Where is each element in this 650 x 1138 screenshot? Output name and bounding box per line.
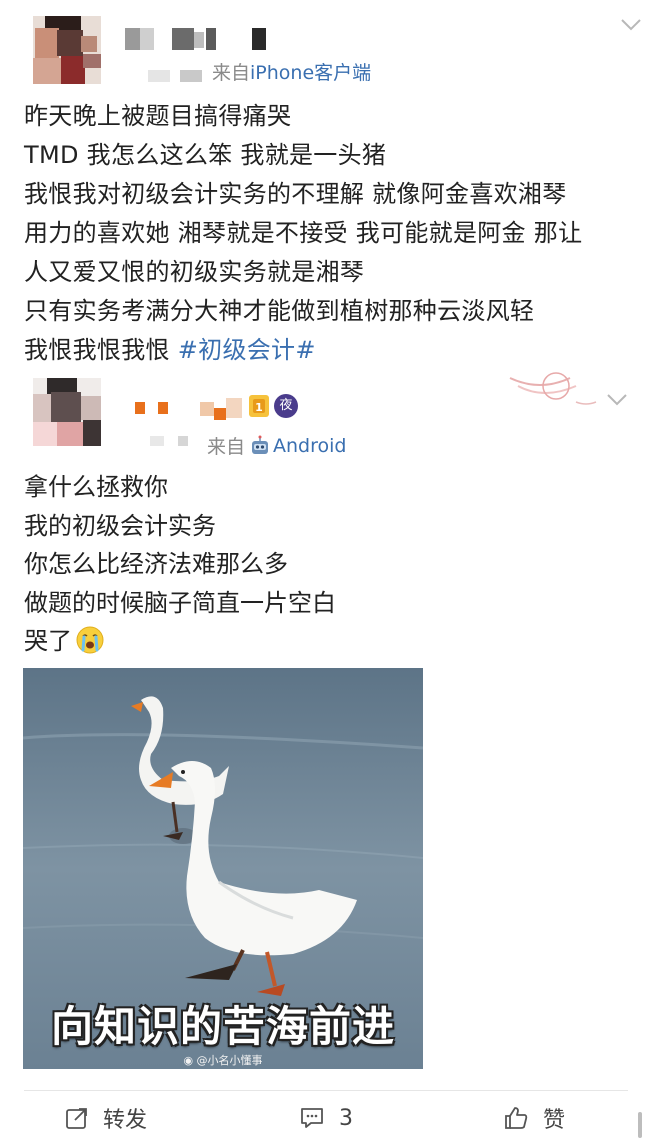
repost-icon: [66, 1108, 87, 1129]
weibo-logo-icon: ◉: [183, 1054, 194, 1067]
svg-text:1: 1: [255, 401, 263, 414]
source-prefix: 来自: [212, 62, 251, 84]
comment-icon: [301, 1108, 323, 1128]
night-badge[interactable]: 夜: [274, 394, 298, 418]
post-text-line: TMD 我怎么这么笨 我就是一头猪: [24, 141, 387, 169]
like-icon: [505, 1107, 528, 1129]
image-caption: 向知识的苦海前进: [50, 1002, 395, 1051]
crying-face-icon: [76, 626, 104, 654]
post-source: 来自iPhone客户端: [212, 58, 371, 85]
source-client[interactable]: Android: [273, 435, 346, 457]
chevron-down-icon[interactable]: [620, 18, 642, 32]
comment-count: 3: [339, 1105, 353, 1131]
source-prefix: 来自: [207, 436, 246, 458]
post-text-last: 我恨我恨我恨: [24, 336, 178, 364]
post-text-line: 哭了: [24, 622, 336, 661]
post-text: 拿什么拯救你 我的初级会计实务 你怎么比经济法难那么多 做题的时候脑子简直一片空…: [24, 468, 336, 661]
post-text-line: 我的初级会计实务: [24, 511, 216, 540]
avatar[interactable]: [33, 378, 101, 446]
source-client[interactable]: iPhone客户端: [250, 62, 371, 84]
member-badge-icon[interactable]: 1: [248, 394, 270, 418]
action-bar-divider: [24, 1090, 628, 1091]
post-text: 昨天晚上被题目搞得痛哭 TMD 我怎么这么笨 我就是一头猪 我恨我对初级会计实务…: [24, 97, 582, 370]
stamp-decoration-icon: [509, 372, 597, 405]
hashtag-link[interactable]: #初级会计#: [178, 336, 316, 364]
repost-button[interactable]: 转发: [65, 1100, 147, 1136]
robot-icon: [252, 435, 269, 454]
chevron-down-icon[interactable]: [606, 393, 628, 407]
like-label: 赞: [543, 1108, 566, 1133]
post-text-line: 我恨我恨我恨 #初级会计#: [24, 331, 582, 370]
image-watermark-text: @小名小懂事: [196, 1054, 263, 1067]
post-text-line: 你怎么比经济法难那么多: [24, 550, 288, 578]
post-text-line: 我恨我对初级会计实务的不理解 就像阿金喜欢湘琴: [24, 180, 567, 208]
post-text-line: 人又爱又恨的初级实务就是湘琴: [24, 258, 365, 286]
post-text-line: 做题的时候脑子简直一片空白: [24, 588, 336, 617]
post-source: 来自 Android: [207, 432, 346, 459]
scrollbar[interactable]: [638, 1112, 642, 1138]
comment-button[interactable]: 3: [299, 1100, 353, 1136]
post-image[interactable]: 向知识的苦海前进 ◉ @小名小懂事: [23, 668, 423, 1069]
image-watermark: ◉ @小名小懂事: [23, 1052, 423, 1068]
repost-label: 转发: [103, 1108, 148, 1133]
post-text-line: 只有实务考满分大神才能做到植树那种云淡风轻: [24, 297, 535, 325]
post-text-last: 哭了: [24, 627, 72, 655]
post-text-line: 用力的喜欢她 湘琴就是不接受 我可能就是阿金 那让: [24, 219, 583, 247]
post-text-line: 拿什么拯救你: [24, 473, 168, 501]
like-button[interactable]: 赞: [503, 1100, 565, 1136]
post-text-line: 昨天晚上被题目搞得痛哭: [24, 102, 292, 130]
weibo-post-1: 来自iPhone客户端 昨天晚上被题目搞得痛哭 TMD 我怎么这么笨 我就是一头…: [0, 0, 650, 370]
avatar[interactable]: [33, 16, 101, 84]
